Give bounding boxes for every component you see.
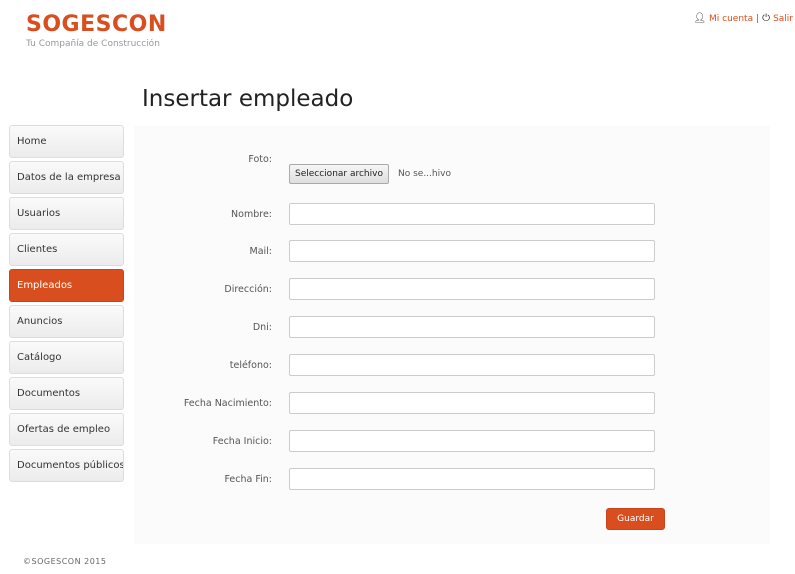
sidebar-item-home[interactable]: Home (9, 125, 124, 158)
footer-copyright: ©SOGESCON 2015 (23, 557, 107, 566)
save-button[interactable]: Guardar (606, 508, 665, 530)
direccion-input[interactable] (289, 278, 655, 300)
nombre-row: Nombre: (134, 203, 770, 227)
brand: SOGESCON Tu Compañía de Construcción (26, 12, 167, 49)
power-icon: ⏻ (762, 13, 771, 24)
sidebar-item-anuncios[interactable]: Anuncios (9, 305, 124, 338)
brand-name: SOGESCON (26, 12, 167, 37)
nav-separator: | (756, 14, 760, 24)
sidebar-item-ofertas-empleo[interactable]: Ofertas de empleo (9, 413, 124, 446)
fecha-fin-input[interactable] (289, 468, 655, 490)
mail-input[interactable] (289, 240, 655, 262)
fecha-fin-label: Fecha Fin: (224, 474, 272, 485)
sidebar-item-documentos-publicos[interactable]: Documentos públicos (9, 449, 124, 482)
direccion-label: Dirección: (224, 284, 272, 295)
foto-label: Foto: (248, 154, 272, 165)
fecha-nacimiento-row: Fecha Nacimiento: (134, 392, 770, 416)
fecha-fin-row: Fecha Fin: (134, 468, 770, 492)
fecha-nacimiento-label: Fecha Nacimiento: (183, 398, 272, 409)
nombre-label: Nombre: (231, 209, 272, 220)
fecha-inicio-row: Fecha Inicio: (134, 430, 770, 454)
nombre-input[interactable] (289, 203, 655, 225)
logout-link[interactable]: Salir (773, 14, 793, 24)
choose-file-button[interactable]: Seleccionar archivo (289, 164, 389, 184)
fecha-inicio-label: Fecha Inicio: (212, 436, 272, 447)
sidebar-item-empleados[interactable]: Empleados (9, 269, 124, 302)
sidebar-item-datos-empresa[interactable]: Datos de la empresa (9, 161, 124, 194)
telefono-input[interactable] (289, 354, 655, 376)
sidebar-item-catalogo[interactable]: Catálogo (9, 341, 124, 374)
user-icon: 👤︎ (693, 13, 707, 24)
foto-row: Foto: (134, 148, 770, 172)
dni-row: Dni: (134, 316, 770, 340)
direccion-row: Dirección: (134, 278, 770, 302)
mail-label: Mail: (249, 246, 273, 257)
sidebar: Home Datos de la empresa Usuarios Client… (9, 125, 124, 485)
file-status-text: No se...hivo (398, 169, 451, 179)
top-nav: 👤︎ Mi cuenta | ⏻ Salir (693, 13, 793, 24)
dni-label: Dni: (252, 322, 272, 333)
sidebar-item-clientes[interactable]: Clientes (9, 233, 124, 266)
page-title: Insertar empleado (142, 86, 354, 112)
sidebar-item-documentos[interactable]: Documentos (9, 377, 124, 410)
mail-row: Mail: (134, 240, 770, 264)
fecha-inicio-input[interactable] (289, 430, 655, 452)
my-account-link[interactable]: Mi cuenta (709, 14, 753, 24)
brand-tagline: Tu Compañía de Construcción (26, 39, 160, 49)
insert-employee-form: Foto: Seleccionar archivo No se...hivo N… (134, 126, 770, 544)
dni-input[interactable] (289, 316, 655, 338)
sidebar-item-usuarios[interactable]: Usuarios (9, 197, 124, 230)
telefono-label: teléfono: (229, 360, 272, 371)
telefono-row: teléfono: (134, 354, 770, 378)
fecha-nacimiento-input[interactable] (289, 392, 655, 414)
